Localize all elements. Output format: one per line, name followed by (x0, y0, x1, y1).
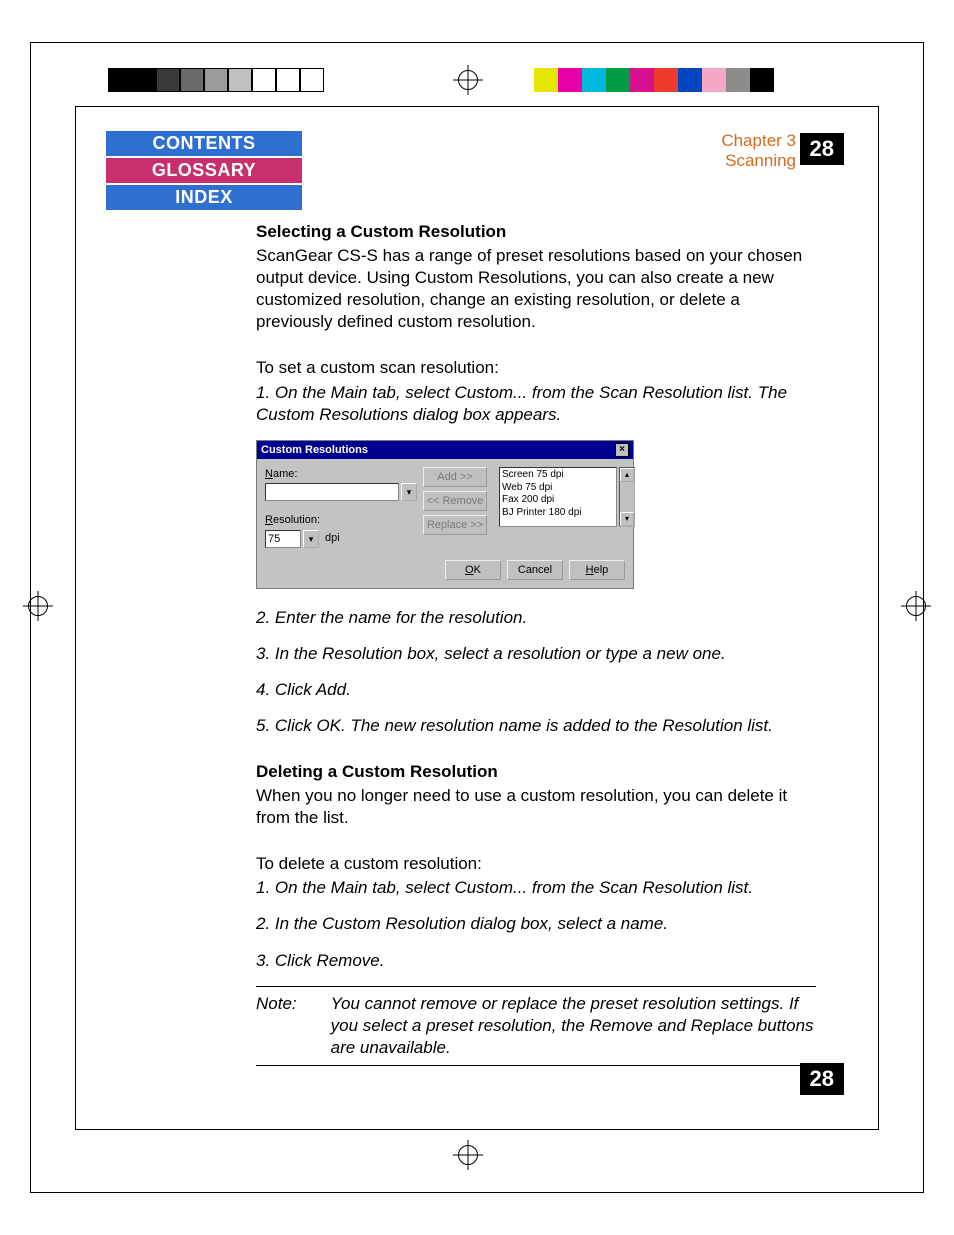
dpi-unit: dpi (325, 531, 340, 545)
color-bar-right (510, 68, 774, 92)
crop-mark (900, 42, 924, 66)
name-input[interactable] (265, 483, 399, 501)
del-step-2: 2. In the Custom Resolution dialog box, … (256, 913, 816, 935)
del-step-3: 3. Click Remove. (256, 950, 816, 972)
name-label: Name: (265, 467, 417, 481)
add-button[interactable]: Add >> (423, 467, 487, 487)
replace-button[interactable]: Replace >> (423, 515, 487, 535)
note-block: Note: You cannot remove or replace the p… (256, 986, 816, 1066)
set-step-3: 3. In the Resolution box, select a resol… (256, 643, 816, 665)
registration-mark (906, 596, 926, 616)
heading-selecting: Selecting a Custom Resolution (256, 221, 816, 243)
registration-mark (458, 1145, 478, 1165)
chapter-title: Scanning (721, 151, 796, 171)
set-step-4: 4. Click Add. (256, 679, 816, 701)
del-step-1: 1. On the Main tab, select Custom... fro… (256, 877, 816, 899)
list-item[interactable]: Fax 200 dpi (502, 494, 614, 507)
dialog-footer: OK Cancel Help (257, 556, 633, 588)
note-text: You cannot remove or replace the preset … (331, 993, 816, 1059)
scroll-up-icon[interactable]: ▴ (620, 468, 634, 482)
close-icon[interactable]: × (615, 443, 629, 457)
heading-deleting: Deleting a Custom Resolution (256, 761, 816, 783)
crop-mark (30, 1169, 54, 1193)
page: CONTENTS GLOSSARY INDEX Chapter 3 Scanni… (75, 106, 879, 1130)
dialog-body: Name: ▾ Resolution: ▾ dpi Add >> << (257, 459, 633, 556)
chapter-label: Chapter 3 Scanning (721, 131, 796, 170)
dialog-titlebar: Custom Resolutions × (257, 441, 633, 459)
preset-list[interactable]: Screen 75 dpiWeb 75 dpiFax 200 dpiBJ Pri… (499, 467, 617, 527)
scrollbar[interactable]: ▴ ▾ (619, 467, 635, 527)
color-bar-left (108, 68, 324, 92)
nav-contents[interactable]: CONTENTS (106, 131, 302, 156)
deleting-intro: When you no longer need to use a custom … (256, 785, 816, 829)
set-step-2: 2. Enter the name for the resolution. (256, 607, 816, 629)
scroll-down-icon[interactable]: ▾ (620, 512, 634, 526)
chapter-number: Chapter 3 (721, 131, 796, 151)
list-item[interactable]: Web 75 dpi (502, 482, 614, 495)
nav-links: CONTENTS GLOSSARY INDEX (106, 131, 302, 212)
content-area: Selecting a Custom Resolution ScanGear C… (256, 221, 816, 1066)
cancel-button[interactable]: Cancel (507, 560, 563, 580)
registration-mark (28, 596, 48, 616)
remove-button[interactable]: << Remove (423, 491, 487, 511)
help-button[interactable]: Help (569, 560, 625, 580)
resolution-input[interactable] (265, 530, 301, 548)
dialog-title: Custom Resolutions (261, 443, 368, 457)
list-item[interactable]: BJ Printer 180 dpi (502, 507, 614, 520)
chevron-down-icon[interactable]: ▾ (401, 483, 417, 501)
set-step-5: 5. Click OK. The new resolution name is … (256, 715, 816, 737)
nav-glossary[interactable]: GLOSSARY (106, 158, 302, 183)
list-item[interactable]: Screen 75 dpi (502, 469, 614, 482)
page-number-top: 28 (800, 133, 844, 165)
subhead-delete: To delete a custom resolution: (256, 853, 816, 875)
set-step-1: 1. On the Main tab, select Custom... fro… (256, 382, 816, 426)
resolution-label: Resolution: (265, 513, 417, 527)
nav-index[interactable]: INDEX (106, 185, 302, 210)
note-label: Note: (256, 993, 297, 1059)
subhead-set: To set a custom scan resolution: (256, 357, 816, 379)
chevron-down-icon[interactable]: ▾ (303, 530, 319, 548)
intro-para: ScanGear CS-S has a range of preset reso… (256, 245, 816, 333)
crop-mark (30, 42, 54, 66)
crop-mark (900, 1169, 924, 1193)
ok-button[interactable]: OK (445, 560, 501, 580)
custom-resolutions-dialog: Custom Resolutions × Name: ▾ Resolution:… (256, 440, 634, 589)
page-number-bottom: 28 (800, 1063, 844, 1095)
registration-mark (458, 70, 478, 90)
